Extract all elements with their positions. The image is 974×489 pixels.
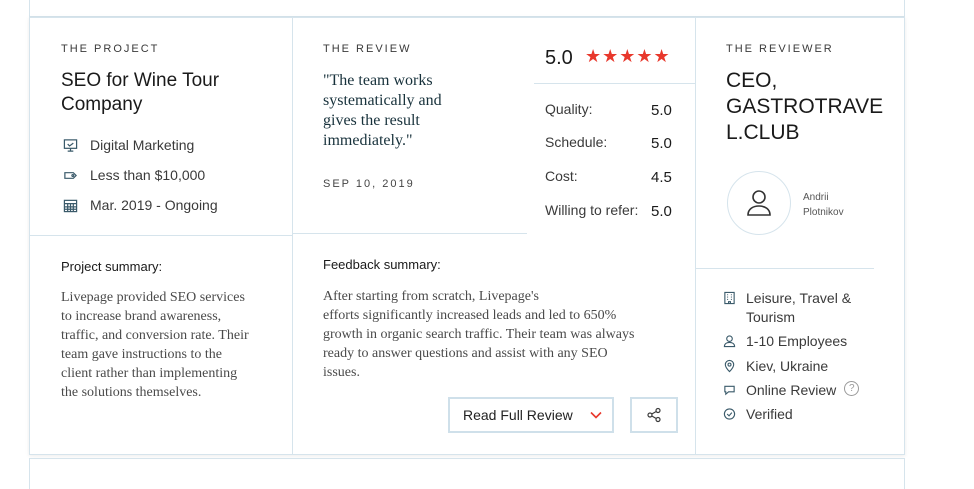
project-budget: Less than $10,000 — [63, 167, 205, 183]
location-pin-icon — [724, 359, 735, 373]
summary-line: team gave instructions to the — [61, 347, 222, 362]
read-full-review-label: Read Full Review — [463, 407, 573, 423]
reviewer-title-line: CEO, — [726, 69, 778, 92]
rating-value-schedule: 5.0 — [651, 135, 672, 152]
feedback-line: issues. — [323, 365, 360, 380]
project-timeline: Mar. 2019 - Ongoing — [63, 197, 218, 213]
rating-value-cost: 4.5 — [651, 169, 672, 186]
user-icon — [723, 335, 736, 348]
reviewer-name: Andrii Plotnikov — [803, 190, 844, 220]
reviewer-name-line: Plotnikov — [803, 207, 844, 218]
read-full-review-button[interactable]: Read Full Review — [448, 397, 614, 433]
divider — [696, 268, 874, 269]
rating-label-quality: Quality: — [545, 101, 593, 117]
overall-rating: 5.0 — [545, 47, 573, 69]
divider — [292, 233, 527, 234]
presentation-icon — [63, 138, 78, 152]
divider — [30, 235, 292, 236]
reviewer-eyebrow: THE REVIEWER — [726, 43, 834, 55]
user-icon — [747, 190, 771, 216]
divider — [695, 18, 696, 454]
previous-card-edge — [29, 0, 905, 17]
speech-bubble-icon — [724, 385, 735, 396]
chevron-down-icon — [590, 411, 602, 419]
feedback-summary-text: After starting from scratch, Livepage's … — [323, 287, 634, 382]
divider — [292, 18, 293, 454]
calendar-icon — [63, 199, 78, 212]
review-quote: "The team works systematically and gives… — [323, 71, 442, 151]
feedback-line: After starting from scratch, Livepage's — [323, 289, 539, 304]
building-icon — [724, 291, 735, 305]
reviewer-industry: Leisure, Travel & Tourism — [723, 289, 851, 327]
summary-line: Livepage provided SEO services — [61, 290, 245, 305]
project-title-line: SEO for Wine Tour — [61, 70, 220, 91]
reviewer-location: Kiev, Ukraine — [723, 357, 828, 376]
industry-line: Tourism — [746, 309, 796, 325]
reviewer-review-type: Online Review ? — [723, 381, 860, 400]
project-summary-heading: Project summary: — [61, 259, 163, 274]
project-service: Digital Marketing — [63, 137, 194, 153]
reviewer-name-line: Andrii — [803, 192, 829, 203]
feedback-line: growth in organic search traffic. Their … — [323, 327, 635, 342]
review-card: THE PROJECT SEO for Wine Tour Company Di… — [29, 17, 905, 455]
summary-line: to increase brand awareness, — [61, 309, 222, 324]
project-title-line: Company — [61, 94, 143, 115]
location-label: Kiev, Ukraine — [746, 358, 829, 374]
review-date: SEP 10, 2019 — [323, 178, 415, 190]
summary-line: the solutions themselves. — [61, 385, 202, 400]
divider — [534, 83, 695, 84]
star-rating: ★★★★★ — [585, 46, 671, 66]
reviewer-title: CEO, GASTROTRAVE L.CLUB — [726, 68, 883, 146]
feedback-line: efforts significantly increased leads an… — [323, 308, 617, 323]
review-eyebrow: THE REVIEW — [323, 43, 412, 55]
reviewer-verified: Verified — [723, 405, 793, 424]
feedback-line: ready to answer questions and assist wit… — [323, 346, 608, 361]
help-icon[interactable]: ? — [844, 381, 860, 396]
quote-line: systematically and — [323, 92, 442, 109]
quote-line: "The team works — [323, 72, 433, 89]
project-summary-text: Livepage provided SEO services to increa… — [61, 288, 249, 402]
project-title: SEO for Wine Tour Company — [61, 69, 219, 117]
summary-line: client rather than implementing — [61, 366, 238, 381]
rating-label-schedule: Schedule: — [545, 134, 608, 150]
avatar — [727, 171, 791, 235]
reviewer-title-line: GASTROTRAVE — [726, 95, 884, 118]
price-tag-icon — [64, 171, 77, 179]
rating-label-willing-to-refer: Willing to refer: — [545, 202, 639, 218]
reviewer-employees: 1-10 Employees — [723, 332, 847, 351]
rating-value-willing-to-refer: 5.0 — [651, 203, 672, 220]
share-icon — [647, 407, 661, 423]
rating-value-quality: 5.0 — [651, 102, 672, 119]
quote-line: gives the result — [323, 112, 420, 129]
industry-line: Leisure, Travel & — [746, 290, 852, 306]
rating-label-cost: Cost: — [545, 168, 578, 184]
share-button[interactable] — [630, 397, 678, 433]
next-card-edge — [29, 458, 905, 489]
project-eyebrow: THE PROJECT — [61, 43, 160, 55]
verified-label: Verified — [746, 406, 793, 422]
timeline-label: Mar. 2019 - Ongoing — [90, 197, 218, 213]
review-type-label: Online Review — [746, 382, 837, 398]
service-label: Digital Marketing — [90, 137, 195, 153]
budget-label: Less than $10,000 — [90, 167, 206, 183]
reviewer-title-line: L.CLUB — [726, 121, 800, 144]
employees-label: 1-10 Employees — [746, 333, 848, 349]
summary-line: traffic, and conversion rate. Their — [61, 328, 249, 343]
check-circle-icon — [723, 408, 736, 420]
quote-line: immediately." — [323, 132, 413, 149]
feedback-summary-heading: Feedback summary: — [323, 257, 441, 272]
